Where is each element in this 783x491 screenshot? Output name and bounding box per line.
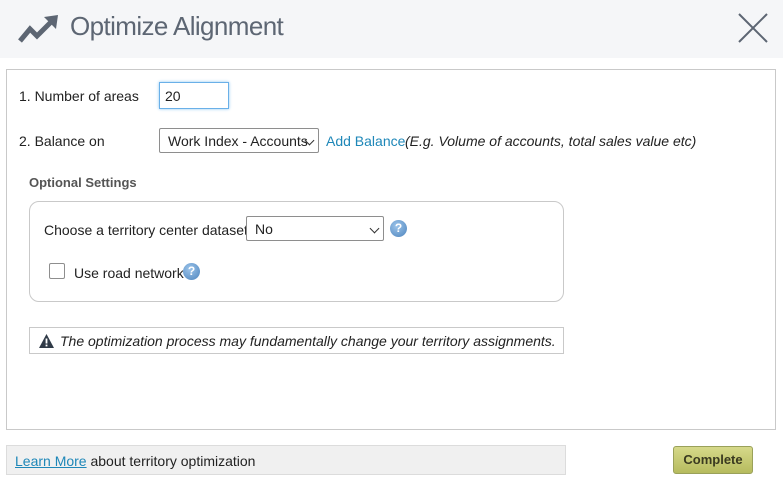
- center-dataset-select[interactable]: No: [246, 216, 384, 241]
- areas-label: 1. Number of areas: [19, 88, 139, 104]
- help-icon[interactable]: ?: [390, 220, 407, 237]
- close-icon[interactable]: [736, 11, 770, 45]
- optional-settings-title: Optional Settings: [29, 175, 137, 190]
- warning-icon: [39, 334, 54, 348]
- road-network-label: Use road network: [74, 265, 184, 281]
- learn-more-bar: Learn More about territory optimization: [6, 445, 566, 475]
- learn-more-text: about territory optimization: [86, 453, 256, 469]
- dialog-header: Optimize Alignment: [0, 0, 783, 58]
- warning-box: The optimization process may fundamental…: [29, 327, 564, 354]
- center-dataset-value: No: [255, 221, 273, 237]
- chevron-down-icon: [369, 223, 380, 234]
- balance-label: 2. Balance on: [19, 133, 105, 149]
- warning-text: The optimization process may fundamental…: [60, 333, 556, 349]
- road-network-checkbox[interactable]: [49, 263, 65, 279]
- complete-button[interactable]: Complete: [673, 446, 753, 474]
- center-dataset-label: Choose a territory center dataset?: [44, 222, 256, 238]
- trending-up-icon: [18, 15, 58, 43]
- balance-select[interactable]: Work Index - Accounts: [159, 128, 319, 153]
- dialog-title: Optimize Alignment: [70, 11, 284, 41]
- balance-select-value: Work Index - Accounts: [168, 133, 308, 149]
- learn-more-link[interactable]: Learn More: [15, 453, 87, 469]
- areas-input[interactable]: [159, 82, 229, 109]
- help-icon[interactable]: ?: [183, 263, 200, 280]
- add-balance-link[interactable]: Add Balance: [326, 133, 405, 149]
- balance-hint: (E.g. Volume of accounts, total sales va…: [405, 133, 697, 149]
